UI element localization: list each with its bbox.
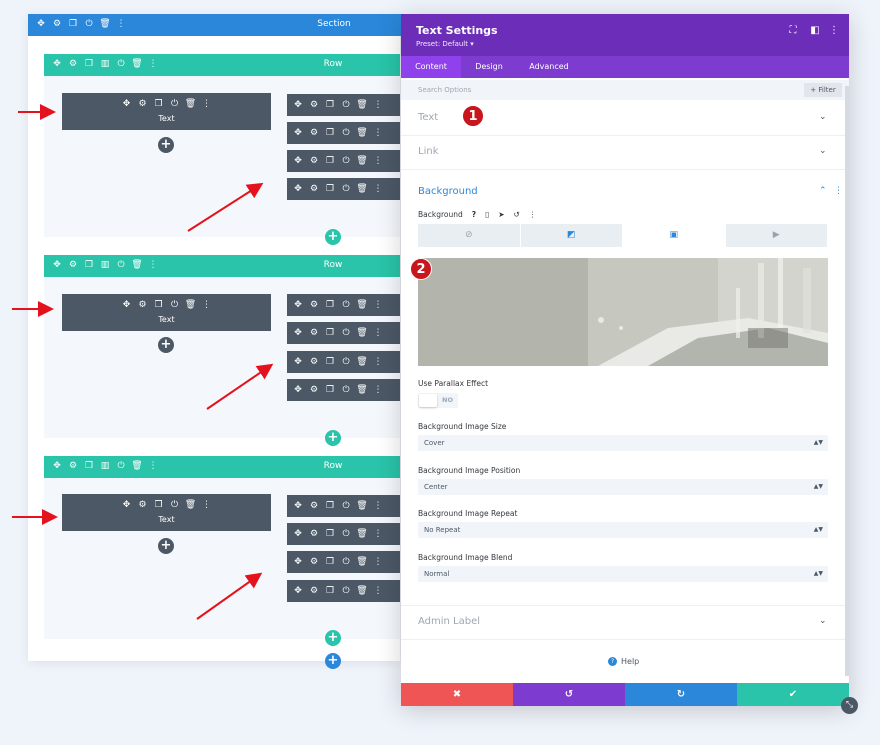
search-bar: Search Options + Filter xyxy=(401,80,849,100)
help-label: Help xyxy=(621,657,639,666)
background-type-tabs: ⊘ ◩ ▣ ▶ xyxy=(418,224,828,247)
background-field-row: Background ? ▯ ➤ ↺ ⋮ xyxy=(418,210,536,219)
scrollbar[interactable] xyxy=(845,86,849,676)
video-icon: ▶ xyxy=(773,230,780,240)
fullscreen-icon[interactable]: ⛶ xyxy=(786,25,800,39)
field-label: Background Image Repeat xyxy=(418,509,517,518)
help-icon[interactable]: ? xyxy=(472,210,476,219)
more-icon[interactable]: ⋮ xyxy=(529,210,537,219)
select-arrows-icon: ▲▼ xyxy=(814,435,823,451)
gradient-icon: ◩ xyxy=(567,230,576,240)
select-value: Center xyxy=(424,483,448,491)
select-arrows-icon: ▲▼ xyxy=(814,522,823,538)
preset-selector[interactable]: Preset: Default ▾ xyxy=(416,40,474,48)
bg-color-tab[interactable]: ⊘ xyxy=(418,224,521,247)
background-image-preview[interactable] xyxy=(418,258,828,366)
undo-icon: ↺ xyxy=(565,689,573,700)
help-icon: ? xyxy=(608,657,617,666)
bg-video-tab[interactable]: ▶ xyxy=(726,224,829,247)
chevron-up-icon: ⌃ xyxy=(819,186,827,196)
search-input[interactable]: Search Options xyxy=(418,86,471,94)
chevron-down-icon: ⌄ xyxy=(819,112,827,122)
toggle-label: Link xyxy=(418,146,438,157)
parallax-label: Use Parallax Effect xyxy=(418,379,488,388)
lab-glassware-image xyxy=(418,258,828,366)
more-icon[interactable]: ⋮ xyxy=(827,25,841,39)
bg-image-size-select[interactable]: Cover ▲▼ xyxy=(418,435,828,451)
parallax-toggle[interactable]: NO xyxy=(418,393,458,408)
save-button[interactable]: ✔ xyxy=(737,683,849,706)
toggle-knob xyxy=(419,394,437,407)
filter-button[interactable]: + Filter xyxy=(804,83,842,97)
bg-gradient-tab[interactable]: ◩ xyxy=(521,224,624,247)
help-link[interactable]: ? Help xyxy=(608,657,639,666)
undo-button[interactable]: ↺ xyxy=(513,683,625,706)
select-arrows-icon: ▲▼ xyxy=(814,479,823,495)
close-icon: ✖ xyxy=(453,689,461,700)
toggle-label: Background xyxy=(418,186,478,197)
modal-header: Text Settings Preset: Default ▾ ⛶ ◧ ⋮ xyxy=(401,14,849,56)
divider xyxy=(401,639,849,640)
redo-icon: ↻ xyxy=(677,689,685,700)
select-value: No Repeat xyxy=(424,526,460,534)
field-label: Background Image Position xyxy=(418,466,520,475)
divider xyxy=(401,605,849,606)
bg-image-repeat-select[interactable]: No Repeat ▲▼ xyxy=(418,522,828,538)
select-value: Normal xyxy=(424,570,449,578)
bg-image-blend-select[interactable]: Normal ▲▼ xyxy=(418,566,828,582)
tab-design[interactable]: Design xyxy=(461,56,517,78)
cancel-button[interactable]: ✖ xyxy=(401,683,513,706)
cursor-icon[interactable]: ➤ xyxy=(498,210,504,219)
redo-button[interactable]: ↻ xyxy=(625,683,737,706)
bg-image-tab[interactable]: ▣ xyxy=(623,224,726,247)
mobile-icon[interactable]: ▯ xyxy=(485,210,489,219)
resize-handle-icon[interactable]: ⤡ xyxy=(841,697,858,714)
toggle-label: Admin Label xyxy=(418,616,480,627)
chevron-down-icon: ⌄ xyxy=(819,616,827,626)
select-value: Cover xyxy=(424,439,445,447)
annotation-arrows xyxy=(0,0,400,745)
select-arrows-icon: ▲▼ xyxy=(814,566,823,582)
reset-icon[interactable]: ↺ xyxy=(514,210,520,219)
divider xyxy=(401,169,849,170)
divider xyxy=(401,135,849,136)
modal-title: Text Settings xyxy=(416,24,498,37)
no-color-icon: ⊘ xyxy=(465,230,473,240)
field-label: Background Image Size xyxy=(418,422,506,431)
tab-content[interactable]: Content xyxy=(401,56,461,78)
image-icon: ▣ xyxy=(669,230,678,240)
chevron-down-icon: ⌄ xyxy=(819,146,827,156)
toggle-label: Text xyxy=(418,112,438,123)
bg-image-position-select[interactable]: Center ▲▼ xyxy=(418,479,828,495)
split-view-icon[interactable]: ◧ xyxy=(808,25,822,39)
modal-footer: ✖ ↺ ↻ ✔ xyxy=(401,683,849,706)
more-icon[interactable]: ⋮ xyxy=(834,186,843,196)
tab-advanced[interactable]: Advanced xyxy=(517,56,581,78)
annotation-badge: 2 xyxy=(410,258,432,280)
toggle-value: NO xyxy=(442,396,453,404)
modal-tabs: Content Design Advanced xyxy=(401,56,849,78)
check-icon: ✔ xyxy=(789,689,797,700)
background-label: Background xyxy=(418,210,463,219)
field-label: Background Image Blend xyxy=(418,553,512,562)
annotation-badge: 1 xyxy=(462,105,484,127)
